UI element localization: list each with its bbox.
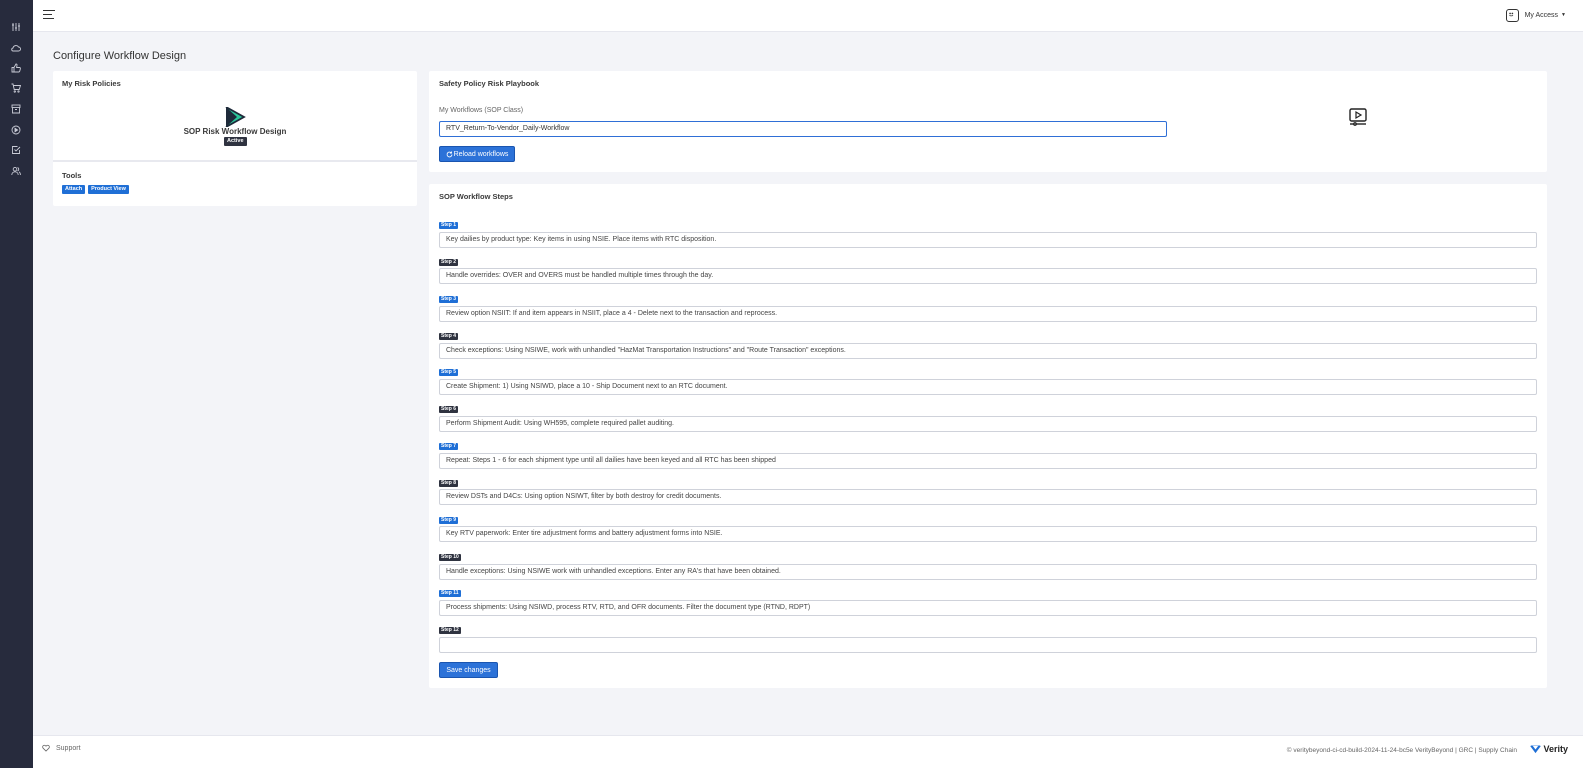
copyright-text: © veritybeyond-ci-cd-build-2024-11-24-bc… — [1286, 747, 1517, 754]
save-changes-button[interactable]: Save changes — [439, 662, 498, 678]
reload-workflows-button[interactable]: Reload workflows — [439, 146, 515, 162]
verity-brand[interactable]: Verity — [1530, 744, 1568, 754]
step-badge-6: Step 6 — [439, 406, 459, 413]
policies-divider — [53, 160, 417, 162]
step-badge-4: Step 4 — [439, 333, 459, 340]
risk-policies-title: My Risk Policies — [62, 79, 121, 88]
play-circle-icon[interactable] — [10, 124, 22, 136]
smile-face-icon — [1505, 8, 1519, 22]
support-label: Support — [56, 744, 81, 752]
brand-name: Verity — [1543, 744, 1568, 754]
heart-icon — [42, 744, 50, 752]
sliders-icon[interactable] — [10, 21, 22, 33]
tool-tag-attach[interactable]: Attach — [62, 185, 86, 194]
step-badge-9: Step 9 — [439, 517, 459, 524]
support-link[interactable]: Support — [42, 744, 81, 752]
policy-status-badge: Active — [224, 137, 247, 146]
chevron-down-icon: ▼ — [1561, 12, 1566, 18]
step-input-1[interactable]: Key dailies by product type: Key items i… — [439, 232, 1537, 248]
cloud-icon[interactable] — [10, 42, 22, 54]
step-badge-8: Step 8 — [439, 480, 459, 487]
sidebar — [0, 0, 33, 768]
workflows-label: My Workflows (SOP Class) — [439, 107, 524, 114]
step-badge-1: Step 1 — [439, 222, 459, 229]
step-input-5[interactable]: Create Shipment: 1) Using NSIWD, place a… — [439, 379, 1537, 395]
step-input-11[interactable]: Process shipments: Using NSIWD, process … — [439, 600, 1537, 616]
step-badge-5: Step 5 — [439, 369, 459, 376]
users-icon[interactable] — [10, 165, 22, 177]
page-title: Configure Workflow Design — [53, 50, 187, 62]
step-badge-12: Step 12 — [439, 627, 461, 634]
check-square-icon[interactable] — [10, 144, 22, 156]
footer: Support © veritybeyond-ci-cd-build-2024-… — [33, 735, 1583, 768]
step-badge-7: Step 7 — [439, 443, 459, 450]
archive-icon[interactable] — [10, 103, 22, 115]
cart-icon[interactable] — [10, 82, 22, 94]
refresh-icon — [446, 151, 452, 157]
step-badge-3: Step 3 — [439, 296, 459, 303]
tool-tag-product-view[interactable]: Product View — [88, 185, 129, 194]
hamburger-menu-icon[interactable] — [43, 10, 55, 20]
verity-logo-icon — [1530, 744, 1542, 753]
step-input-7[interactable]: Repeat: Steps 1 - 6 for each shipment ty… — [439, 453, 1537, 469]
tools-title: Tools — [62, 171, 82, 180]
tool-tags: Attach Product View — [62, 185, 129, 194]
thumbs-up-icon[interactable] — [10, 62, 22, 74]
my-access-label: My Access — [1524, 11, 1559, 19]
step-input-8[interactable]: Review DSTs and D4Cs: Using option NSIWT… — [439, 489, 1537, 505]
video-play-icon[interactable] — [1349, 108, 1367, 126]
policy-logo-icon[interactable] — [224, 107, 246, 127]
step-badge-10: Step 10 — [439, 554, 461, 561]
playbook-title: Safety Policy Risk Playbook — [439, 79, 540, 88]
step-input-2[interactable]: Handle overrides: OVER and OVERS must be… — [439, 268, 1537, 284]
step-input-10[interactable]: Handle exceptions: Using NSIWE work with… — [439, 564, 1537, 580]
workflow-select[interactable]: RTV_Return-To-Vendor_Daily-Workflow — [439, 121, 1167, 137]
step-input-6[interactable]: Perform Shipment Audit: Using WH595, com… — [439, 416, 1537, 432]
save-changes-label: Save changes — [446, 666, 491, 674]
policy-name[interactable]: SOP Risk Workflow Design — [53, 127, 417, 136]
step-input-4[interactable]: Check exceptions: Using NSIWE, work with… — [439, 343, 1537, 359]
top-bar: My Access ▼ — [33, 0, 1583, 32]
step-input-12[interactable] — [439, 637, 1537, 653]
workflow-steps-title: SOP Workflow Steps — [439, 192, 513, 201]
step-input-9[interactable]: Key RTV paperwork: Enter tire adjustment… — [439, 526, 1537, 542]
my-access-menu[interactable]: My Access ▼ — [1505, 8, 1566, 22]
step-badge-11: Step 11 — [439, 590, 461, 597]
reload-workflows-label: Reload workflows — [453, 150, 509, 158]
step-input-3[interactable]: Review option NSIIT: If and item appears… — [439, 306, 1537, 322]
step-badge-2: Step 2 — [439, 259, 459, 266]
